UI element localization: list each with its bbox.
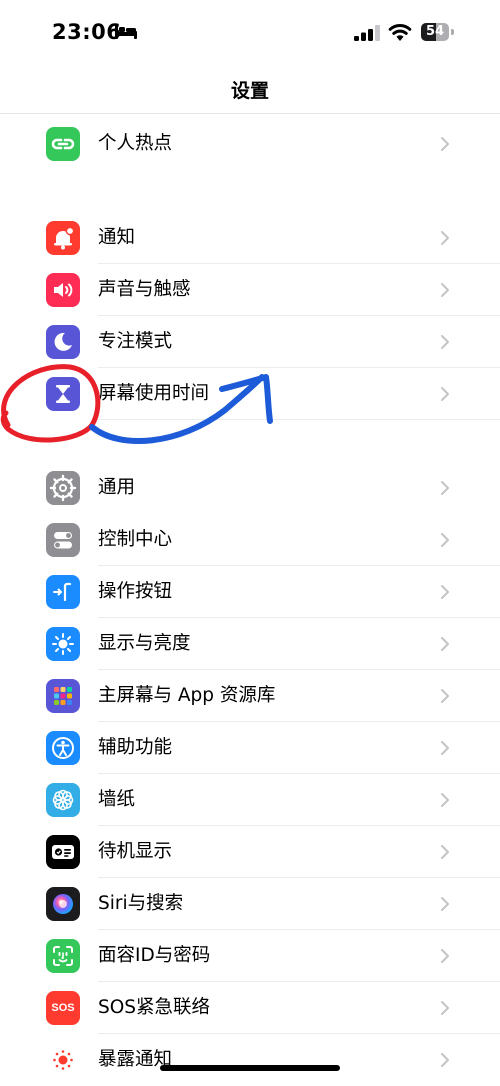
settings-row-notifications[interactable]: 通知 bbox=[0, 212, 500, 264]
sleep-bed-icon bbox=[115, 25, 137, 39]
settings-row-label: 面容ID与密码 bbox=[98, 945, 211, 966]
siri-icon bbox=[46, 887, 80, 921]
chevron-right-icon bbox=[441, 335, 449, 349]
chevron-right-icon bbox=[441, 1001, 449, 1015]
bell-icon bbox=[46, 221, 80, 255]
settings-row-exposure-notifications[interactable]: 暴露通知 bbox=[0, 1034, 500, 1086]
settings-row-focus[interactable]: 专注模式 bbox=[0, 316, 500, 368]
settings-row-label: 辅助功能 bbox=[98, 737, 173, 758]
accessibility-icon bbox=[46, 731, 80, 765]
action-button-icon bbox=[46, 575, 80, 609]
cellular-signal-icon bbox=[354, 25, 380, 41]
battery-indicator: 54 bbox=[421, 23, 455, 41]
wifi-icon bbox=[388, 24, 412, 41]
battery-level: 54 bbox=[425, 24, 445, 39]
settings-row-siri-search[interactable]: Siri与搜索 bbox=[0, 878, 500, 930]
settings-row-label: 屏幕使用时间 bbox=[98, 383, 210, 404]
chevron-right-icon bbox=[441, 283, 449, 297]
chevron-right-icon bbox=[441, 387, 449, 401]
sos-badge-text: SOS bbox=[51, 1002, 75, 1014]
settings-row-label: 控制中心 bbox=[98, 529, 173, 550]
status-bar: 23:06 54 bbox=[0, 0, 500, 66]
settings-row-label: SOS紧急联络 bbox=[98, 997, 211, 1018]
settings-row-control-center[interactable]: 控制中心 bbox=[0, 514, 500, 566]
sun-icon bbox=[46, 627, 80, 661]
chevron-right-icon bbox=[441, 481, 449, 495]
chevron-right-icon bbox=[441, 231, 449, 245]
battery-body: 54 bbox=[421, 23, 449, 41]
chevron-right-icon bbox=[441, 793, 449, 807]
settings-row-label: 待机显示 bbox=[98, 841, 173, 862]
row-separator bbox=[98, 419, 500, 420]
settings-row-home-screen[interactable]: 主屏幕与 App 资源库 bbox=[0, 670, 500, 722]
settings-row-label: 通知 bbox=[98, 227, 136, 248]
settings-row-display-brightness[interactable]: 显示与亮度 bbox=[0, 618, 500, 670]
exposure-icon bbox=[46, 1043, 80, 1077]
chevron-right-icon bbox=[441, 137, 449, 151]
settings-row-label: 显示与亮度 bbox=[98, 633, 191, 654]
chevron-right-icon bbox=[441, 585, 449, 599]
settings-row-label: Siri与搜索 bbox=[98, 893, 184, 914]
gear-icon bbox=[46, 471, 80, 505]
hourglass-icon bbox=[46, 377, 80, 411]
face-id-icon bbox=[46, 939, 80, 973]
settings-row-sounds-haptics[interactable]: 声音与触感 bbox=[0, 264, 500, 316]
settings-row-label: 声音与触感 bbox=[98, 279, 191, 300]
settings-row-standby[interactable]: 待机显示 bbox=[0, 826, 500, 878]
settings-row-hotspot[interactable]: 个人热点 bbox=[0, 118, 500, 170]
settings-row-accessibility[interactable]: 辅助功能 bbox=[0, 722, 500, 774]
chevron-right-icon bbox=[441, 689, 449, 703]
settings-row-label: 个人热点 bbox=[98, 133, 173, 154]
settings-row-screen-time[interactable]: 屏幕使用时间 bbox=[0, 368, 500, 420]
toggles-icon bbox=[46, 523, 80, 557]
home-indicator[interactable] bbox=[160, 1065, 340, 1071]
page-title: 设置 bbox=[230, 80, 269, 102]
flower-icon bbox=[46, 783, 80, 817]
app-grid-icon bbox=[46, 679, 80, 713]
chevron-right-icon bbox=[441, 533, 449, 547]
status-time: 23:06 bbox=[52, 20, 122, 44]
chevron-right-icon bbox=[441, 897, 449, 911]
settings-row-action-button[interactable]: 操作按钮 bbox=[0, 566, 500, 618]
sos-icon: SOS bbox=[46, 991, 80, 1025]
chevron-right-icon bbox=[441, 949, 449, 963]
hotspot-icon bbox=[46, 127, 80, 161]
chevron-right-icon bbox=[441, 637, 449, 651]
chevron-right-icon bbox=[441, 845, 449, 859]
settings-row-face-id-passcode[interactable]: 面容ID与密码 bbox=[0, 930, 500, 982]
settings-row-wallpaper[interactable]: 墙纸 bbox=[0, 774, 500, 826]
chevron-right-icon bbox=[441, 1053, 449, 1067]
moon-icon bbox=[46, 325, 80, 359]
settings-row-label: 操作按钮 bbox=[98, 581, 173, 602]
settings-row-general[interactable]: 通用 bbox=[0, 462, 500, 514]
settings-row-label: 专注模式 bbox=[98, 331, 173, 352]
settings-row-emergency-sos[interactable]: SOS SOS紧急联络 bbox=[0, 982, 500, 1034]
chevron-right-icon bbox=[441, 741, 449, 755]
settings-row-label: 墙纸 bbox=[98, 789, 136, 810]
settings-row-label: 通用 bbox=[98, 477, 136, 498]
standby-icon bbox=[46, 835, 80, 869]
speaker-icon bbox=[46, 273, 80, 307]
settings-row-label: 主屏幕与 App 资源库 bbox=[98, 685, 276, 706]
battery-cap bbox=[451, 29, 454, 35]
nav-divider bbox=[0, 113, 500, 114]
